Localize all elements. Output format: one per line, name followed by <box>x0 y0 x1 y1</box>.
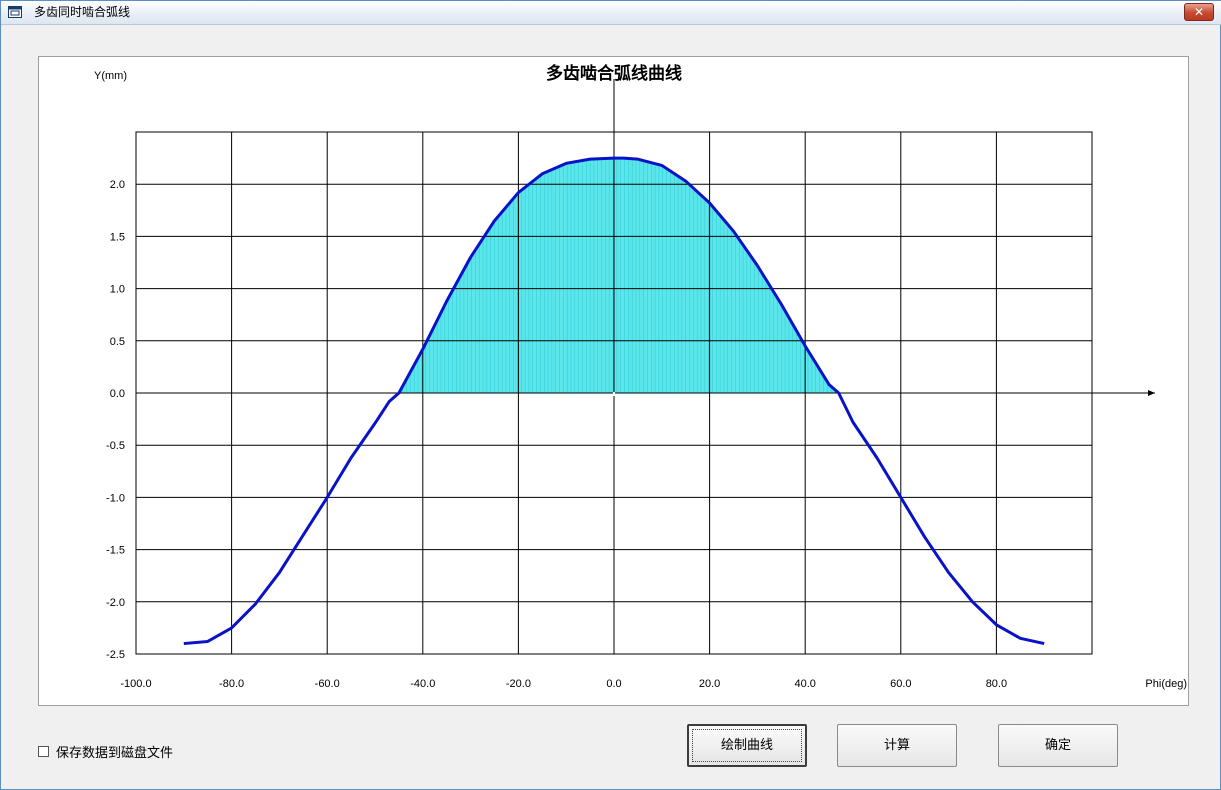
y-tick-label: 2.0 <box>110 179 125 191</box>
y-tick-label: -2.5 <box>106 649 125 661</box>
ok-button[interactable]: 确定 <box>998 724 1118 767</box>
y-tick-label: -2.0 <box>106 597 125 609</box>
save-to-file-label: 保存数据到磁盘文件 <box>56 745 174 761</box>
x-tick-label: -100.0 <box>120 678 151 690</box>
title-bar[interactable]: 多齿同时啮合弧线 ✕ <box>1 1 1221 25</box>
x-tick-label: 40.0 <box>794 678 815 690</box>
x-axis-arrow <box>1148 390 1155 396</box>
chart: 多齿啮合弧线曲线 Y(mm) 2.0 1.5 1.0 0.5 0.0 -0.5 -1.0 -1.5… <box>94 63 1187 690</box>
dialog-window: 多齿同时啮合弧线 ✕ 多齿啮合弧线曲线 Y(mm) 2.0 1.5 1.0 0.5 0.0 -… <box>0 0 1221 790</box>
close-button[interactable]: ✕ <box>1184 3 1214 21</box>
x-tick-label: 20.0 <box>699 678 720 690</box>
window-title: 多齿同时啮合弧线 <box>34 5 131 19</box>
y-tick-label: 0.5 <box>110 336 125 348</box>
y-tick-label: -1.0 <box>106 492 125 504</box>
x-axis-label: Phi(deg) <box>1145 678 1187 690</box>
x-tick-label: 60.0 <box>890 678 911 690</box>
plot-panel: 多齿啮合弧线曲线 Y(mm) 2.0 1.5 1.0 0.5 0.0 -0.5 -1.0 -1.5… <box>38 56 1189 706</box>
ok-button-label: 确定 <box>1044 738 1071 753</box>
x-tick-label: -80.0 <box>219 678 244 690</box>
y-tick-label: -0.5 <box>106 440 125 452</box>
x-tick-label: -40.0 <box>410 678 435 690</box>
calculate-button[interactable]: 计算 <box>837 724 957 767</box>
draw-curve-button[interactable]: 绘制曲线 <box>687 724 807 767</box>
x-tick-label: -60.0 <box>315 678 340 690</box>
y-axis-label: Y(mm) <box>94 70 127 82</box>
y-tick-label: 0.0 <box>110 388 125 400</box>
x-tick-label: -20.0 <box>506 678 531 690</box>
app-icon <box>8 6 22 18</box>
y-tick-label: -1.5 <box>106 545 125 557</box>
y-tick-label: 1.5 <box>110 231 125 243</box>
save-to-file-checkbox-row[interactable]: 保存数据到磁盘文件 <box>38 741 173 761</box>
positive-fill-area <box>398 158 839 393</box>
save-to-file-checkbox[interactable] <box>38 745 49 757</box>
calculate-button-label: 计算 <box>883 738 910 753</box>
x-tick-label: 0.0 <box>606 678 621 690</box>
x-tick-label: 80.0 <box>986 678 1007 690</box>
focus-ring <box>692 729 802 762</box>
y-tick-label: 1.0 <box>110 284 125 296</box>
chart-title: 多齿啮合弧线曲线 <box>546 63 682 84</box>
